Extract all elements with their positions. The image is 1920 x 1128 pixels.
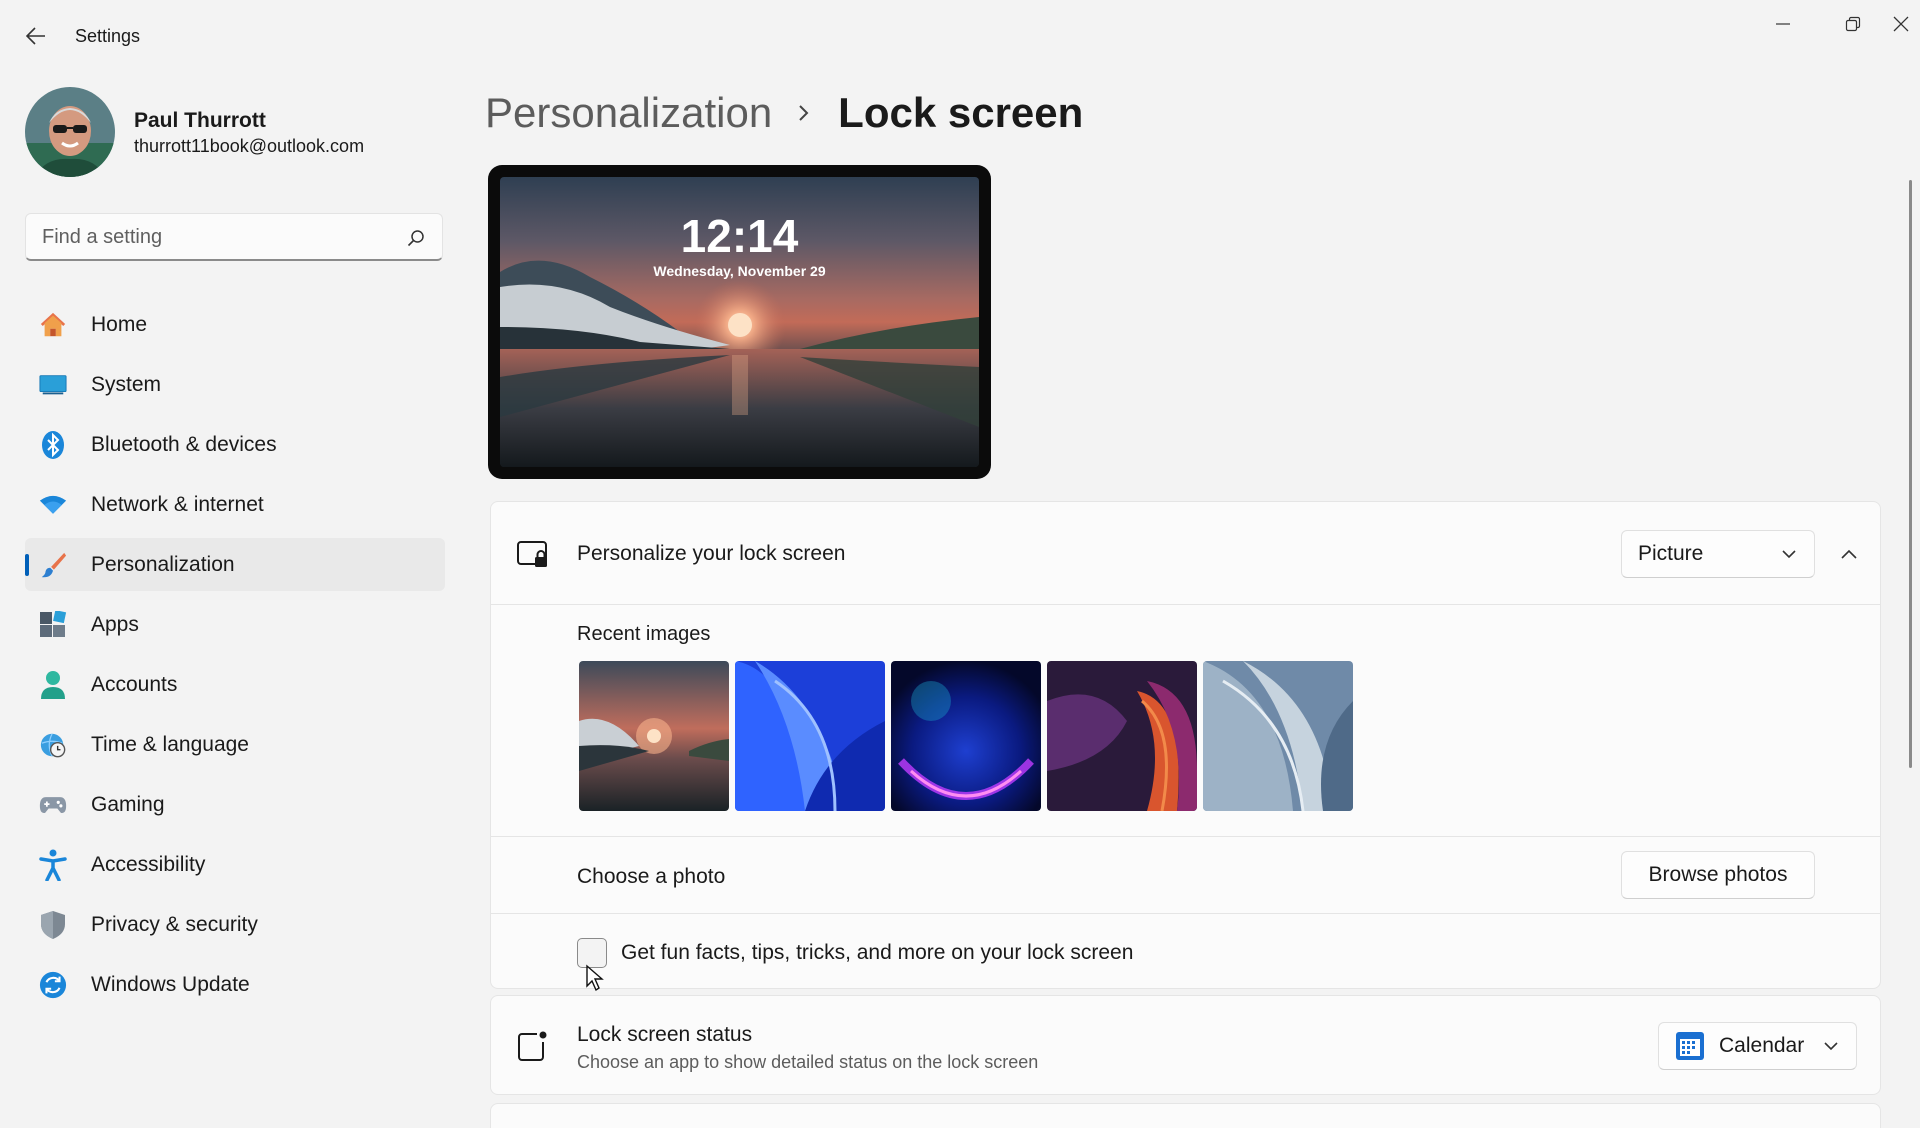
recent-image-thumbnail[interactable]: [1203, 661, 1353, 811]
preview-date: Wednesday, November 29: [653, 263, 826, 279]
sidebar-item-label: Home: [91, 313, 148, 336]
chevron-down-icon: [1782, 550, 1796, 559]
bluetooth-icon: [39, 431, 67, 459]
lock-screen-status-title: Lock screen status: [577, 1023, 753, 1046]
dropdown-value: Calendar: [1719, 1034, 1805, 1057]
lock-screen-status-subtitle: Choose an app to show detailed status on…: [577, 1052, 1039, 1072]
title-bar: Settings: [0, 0, 1920, 72]
lock-screen-status-card[interactable]: Lock screen status Choose an app to show…: [490, 995, 1881, 1095]
sidebar-item-accessibility[interactable]: Accessibility: [25, 838, 445, 891]
lock-screen-type-dropdown[interactable]: Picture: [1621, 530, 1815, 578]
app-title: Settings: [75, 26, 141, 46]
blue-bloom-image: [735, 661, 885, 811]
sidebar-item-system[interactable]: System: [25, 358, 445, 411]
wifi-icon: [39, 491, 67, 519]
personalize-row[interactable]: Personalize your lock screen Picture: [491, 502, 1880, 604]
minimize-button[interactable]: [1753, 4, 1813, 44]
mouse-cursor-icon: [586, 964, 604, 992]
collapse-button[interactable]: [1831, 536, 1867, 572]
sidebar-item-gaming[interactable]: Gaming: [25, 778, 445, 831]
personalize-title: Personalize your lock screen: [577, 542, 846, 565]
status-widget-icon: [518, 1031, 547, 1061]
sidebar-item-label: Windows Update: [91, 973, 250, 996]
sunset-lake-image: [579, 661, 729, 811]
gamepad-icon: [39, 791, 67, 819]
sidebar-item-accounts[interactable]: Accounts: [25, 658, 445, 711]
sidebar-item-label: System: [91, 373, 162, 396]
sidebar-item-windows-update[interactable]: Windows Update: [25, 958, 445, 1011]
avatar: [25, 87, 115, 177]
search-box: [25, 213, 443, 261]
sidebar-item-label: Accounts: [91, 673, 178, 696]
globe-clock-icon: [39, 731, 67, 759]
close-icon: [1893, 16, 1909, 32]
glow-orb-image: [891, 661, 1041, 811]
apps-icon: [39, 611, 67, 639]
sidebar-item-label: Privacy & security: [91, 913, 258, 936]
sidebar-item-privacy[interactable]: Privacy & security: [25, 898, 445, 951]
profile-name: Paul Thurrott: [134, 109, 266, 132]
sidebar-item-apps[interactable]: Apps: [25, 598, 445, 651]
fun-facts-row: Get fun facts, tips, tricks, and more on…: [491, 913, 1880, 992]
breadcrumb: Personalization Lock screen: [485, 88, 1083, 138]
shield-icon: [39, 911, 67, 939]
accessibility-icon: [39, 849, 67, 881]
sidebar-item-bluetooth[interactable]: Bluetooth & devices: [25, 418, 445, 471]
sidebar-item-personalization[interactable]: Personalization: [25, 538, 445, 591]
choose-photo-row: Choose a photo Browse photos: [491, 836, 1880, 913]
sidebar-item-home[interactable]: Home: [25, 298, 445, 351]
chevron-right-icon: [796, 104, 814, 122]
chevron-up-icon: [1841, 549, 1857, 559]
browse-photos-button[interactable]: Browse photos: [1621, 851, 1815, 899]
recent-image-thumbnail[interactable]: [579, 661, 729, 811]
restore-button[interactable]: [1823, 4, 1883, 44]
breadcrumb-parent[interactable]: Personalization: [485, 89, 772, 137]
sidebar-nav: Home System Bluetooth & devices Network …: [25, 298, 445, 1018]
preview-time: 12:14: [680, 210, 799, 262]
update-icon: [39, 971, 67, 999]
sidebar-item-label: Personalization: [91, 553, 235, 576]
sidebar-item-label: Time & language: [91, 733, 249, 756]
search-input[interactable]: [42, 224, 392, 250]
profile-email: thurrott11book@outlook.com: [134, 136, 365, 156]
sidebar-item-label: Gaming: [91, 793, 165, 816]
minimize-icon: [1776, 23, 1790, 25]
recent-image-thumbnail[interactable]: [891, 661, 1041, 811]
fun-facts-label: Get fun facts, tips, tricks, and more on…: [621, 941, 1134, 964]
close-button[interactable]: [1893, 4, 1920, 44]
status-app-dropdown[interactable]: Calendar: [1658, 1022, 1857, 1070]
page-title: Lock screen: [838, 89, 1084, 136]
sidebar-item-label: Bluetooth & devices: [91, 433, 277, 456]
accounts-icon: [39, 671, 67, 699]
choose-photo-label: Choose a photo: [577, 865, 726, 888]
restore-icon: [1845, 16, 1861, 32]
lock-screen-preview: 12:14 Wednesday, November 29: [488, 165, 991, 479]
sidebar-item-network[interactable]: Network & internet: [25, 478, 445, 531]
recent-image-thumbnail[interactable]: [735, 661, 885, 811]
sidebar-item-label: Network & internet: [91, 493, 264, 516]
lock-screen-icon: [517, 541, 547, 567]
sidebar-item-label: Accessibility: [91, 853, 206, 876]
search-icon[interactable]: [406, 228, 426, 248]
purple-ribbon-image: [1047, 661, 1197, 811]
back-button[interactable]: [20, 20, 52, 52]
system-icon: [39, 371, 67, 399]
silver-bloom-image: [1203, 661, 1353, 811]
recent-images-label: Recent images: [577, 623, 711, 645]
preview-wallpaper: 12:14 Wednesday, November 29: [500, 177, 979, 467]
next-setting-card[interactable]: [490, 1103, 1881, 1128]
personalize-lock-screen-card: Personalize your lock screen Picture Rec…: [490, 501, 1881, 992]
scrollbar[interactable]: [1909, 180, 1912, 768]
sidebar-item-time-language[interactable]: Time & language: [25, 718, 445, 771]
chevron-down-icon: [1824, 1042, 1838, 1051]
paintbrush-icon: [39, 551, 67, 579]
back-arrow-icon: [26, 27, 45, 45]
recent-image-thumbnail[interactable]: [1047, 661, 1197, 811]
sidebar-item-label: Apps: [91, 613, 139, 636]
user-profile[interactable]: Paul Thurrott thurrott11book@outlook.com: [25, 87, 445, 177]
home-icon: [39, 311, 67, 339]
recent-images-row: Recent images: [491, 604, 1880, 836]
calendar-icon: [1676, 1032, 1704, 1060]
dropdown-value: Picture: [1638, 542, 1704, 565]
